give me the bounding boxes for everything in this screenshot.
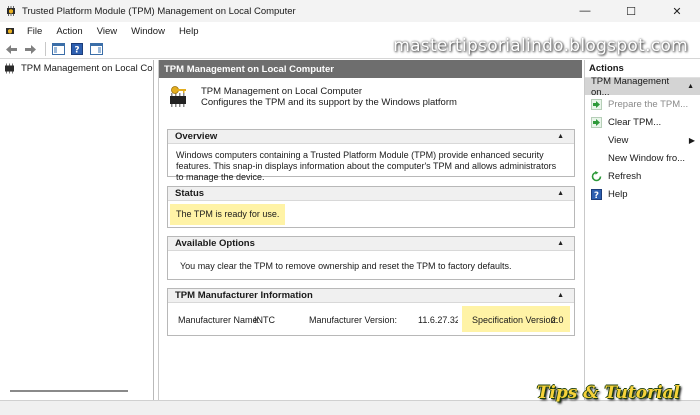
action-prepare-tpm[interactable]: Prepare the TPM... [585,95,700,113]
manufacturer-header[interactable]: TPM Manufacturer Information ▲ [168,289,574,303]
results-pane-header: TPM Management on Local Computer [159,60,582,78]
refresh-icon [591,170,602,181]
intro-title: TPM Management on Local Computer [201,85,363,97]
action-help[interactable]: ? Help [585,185,700,203]
actions-group-tpm[interactable]: TPM Management on... ▲ [585,76,700,98]
results-pane: TPM Management on Local Computer TPM Man… [158,60,582,400]
system-menu-icon[interactable] [4,25,16,37]
action-view[interactable]: View ▶ [585,131,700,149]
collapse-caret-icon[interactable]: ▲ [557,292,564,299]
console-tree-icon [51,43,65,55]
menu-view[interactable]: View [90,26,124,37]
show-hide-console-tree-button[interactable] [50,42,66,57]
available-options-text: You may clear the TPM to remove ownershi… [180,261,512,271]
manufacturer-section: TPM Manufacturer Information ▲ Manufactu… [167,288,575,336]
manufacturer-title: TPM Manufacturer Information [175,290,313,301]
manufacturer-details: Manufacturer Name: INTC Manufacturer Ver… [168,303,574,336]
status-header[interactable]: Status ▲ [168,187,574,201]
tpm-app-icon [7,6,15,16]
available-options-header[interactable]: Available Options ▲ [168,237,574,251]
back-arrow-icon [5,44,17,54]
tpm-chip-icon [5,63,14,73]
green-arrow-icon [591,98,602,110]
action-label: Help [608,188,628,200]
action-label: Prepare the TPM... [608,98,689,110]
console-tree: TPM Management on Local Comp [0,60,154,400]
status-title: Status [175,188,205,199]
status-text: The TPM is ready for use. [170,204,286,225]
intro-subtitle: Configures the TPM and its support by th… [201,96,457,108]
spec-version-value: 2.0 [551,315,564,325]
watermark-text: mastertipsorialindo.blogspot.com [393,36,688,56]
overview-header[interactable]: Overview ▲ [168,130,574,144]
maximize-button[interactable]: ☐ [608,0,654,22]
available-options-title: Available Options [175,238,255,249]
manufacturer-version-label: Manufacturer Version: [309,315,398,325]
action-label: New Window fro... [608,152,686,164]
forward-button[interactable] [22,42,38,57]
collapse-caret-icon[interactable]: ▲ [557,240,564,247]
menu-file[interactable]: File [20,26,49,37]
submenu-arrow-icon: ▶ [688,135,695,145]
window-title: Trusted Platform Module (TPM) Management… [22,5,296,17]
spec-version-highlight: Specification Version: 2.0 [462,306,570,332]
collapse-caret-icon[interactable]: ▲ [557,133,564,140]
minimize-button[interactable]: — [562,0,608,22]
tree-horizontal-scrollbar[interactable] [10,390,128,392]
action-refresh[interactable]: Refresh [585,167,700,185]
toolbar-separator [45,42,46,56]
show-hide-action-pane-button[interactable] [88,42,104,57]
available-options-section: Available Options ▲ You may clear the TP… [167,236,575,280]
action-pane-icon [89,43,103,55]
menu-action[interactable]: Action [49,26,89,37]
close-button[interactable]: ✕ [654,0,700,22]
action-clear-tpm[interactable]: Clear TPM... [585,113,700,131]
manufacturer-name-label: Manufacturer Name: [178,315,261,325]
brand-watermark: Tips & Tutorial [536,383,680,403]
help-toolbar-button[interactable]: ? [69,42,85,57]
actions-pane: Actions TPM Management on... ▲ Prepare t… [584,60,700,400]
manufacturer-name-value: INTC [254,315,275,325]
svg-text:?: ? [74,46,79,56]
menu-window[interactable]: Window [124,26,172,37]
green-arrow-icon [591,116,602,128]
forward-arrow-icon [24,44,36,54]
spec-version-label: Specification Version: [472,315,559,325]
title-bar: Trusted Platform Module (TPM) Management… [0,0,700,22]
help-icon: ? [591,188,602,200]
action-label: Clear TPM... [608,116,662,128]
action-label: View [608,134,629,146]
overview-section: Overview ▲ Windows computers containing … [167,129,575,182]
action-label: Refresh [608,170,642,182]
help-book-icon: ? [71,43,83,55]
tree-item-tpm-management[interactable]: TPM Management on Local Comp [0,60,153,76]
snapin-intro: TPM Management on Local Computer Configu… [159,78,582,115]
collapse-caret-icon[interactable]: ▲ [557,190,564,197]
back-button[interactable] [3,42,19,57]
manufacturer-version-value: 11.6.27.3264 [418,315,458,325]
overview-title: Overview [175,131,218,142]
status-section: Status ▲ The TPM is ready for use. [167,186,575,228]
collapse-caret-icon[interactable]: ▲ [687,83,694,90]
svg-text:?: ? [594,190,599,199]
menu-help[interactable]: Help [172,26,206,37]
tpm-chip-key-icon [170,85,186,107]
action-new-window[interactable]: New Window fro... [585,149,700,167]
overview-text: Windows computers containing a Trusted P… [176,150,557,182]
tree-item-label: TPM Management on Local Comp [21,62,154,74]
